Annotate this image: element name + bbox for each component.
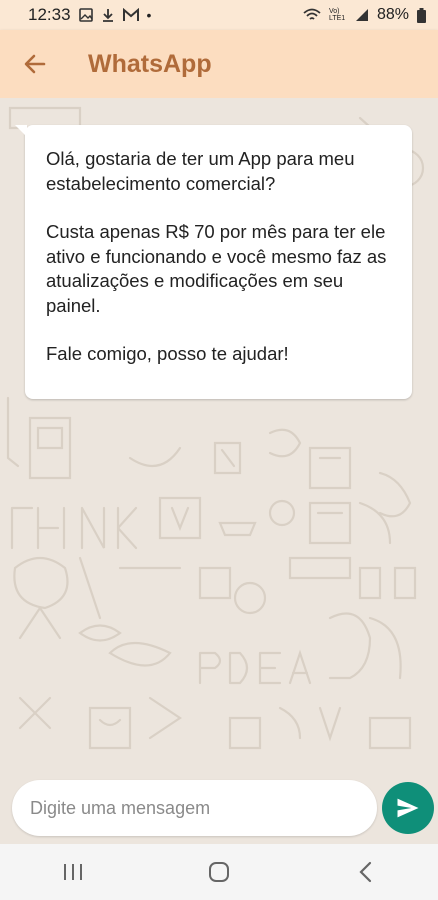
composer-bar (0, 770, 438, 844)
status-time: 12:33 (28, 5, 71, 24)
gmail-icon (122, 8, 139, 21)
nav-back-icon (359, 861, 372, 883)
system-nav-bar (0, 844, 438, 900)
status-right: Vo) LTE1 88% (303, 6, 426, 24)
nav-back-button[interactable] (325, 844, 405, 900)
message-input-container[interactable] (12, 780, 377, 836)
recent-apps-icon (64, 864, 82, 880)
message-paragraph: Fale comigo, posso te ajudar! (46, 343, 289, 364)
send-icon (397, 798, 419, 818)
app-bar: WhatsApp (0, 30, 438, 98)
message-input[interactable] (28, 796, 377, 820)
message-paragraph: Custa apenas R$ 70 por mês para ter ele … (46, 221, 387, 316)
recent-apps-button[interactable] (33, 844, 113, 900)
home-icon (209, 862, 229, 882)
status-bar: 12:33 • Vo) LTE1 88% (0, 0, 438, 30)
page-title: WhatsApp (88, 49, 212, 78)
download-icon (102, 9, 113, 22)
home-button[interactable] (179, 844, 259, 900)
chat-area: Olá, gostaria de ter um App para meu est… (0, 98, 438, 844)
arrow-left-icon (24, 54, 46, 74)
dot-icon: • (146, 7, 152, 23)
send-button[interactable] (382, 782, 434, 834)
battery-icon (417, 7, 426, 23)
battery-percent: 88% (376, 6, 409, 23)
message-paragraph: Olá, gostaria de ter um App para meu est… (46, 148, 355, 194)
wifi-icon (303, 8, 321, 20)
network-label: Vo) LTE1 (328, 8, 346, 22)
incoming-message-bubble: Olá, gostaria de ter um App para meu est… (15, 125, 412, 399)
gallery-icon (78, 8, 93, 22)
status-left: 12:33 • (28, 5, 151, 25)
signal-icon (355, 9, 368, 21)
back-button[interactable] (0, 30, 70, 98)
